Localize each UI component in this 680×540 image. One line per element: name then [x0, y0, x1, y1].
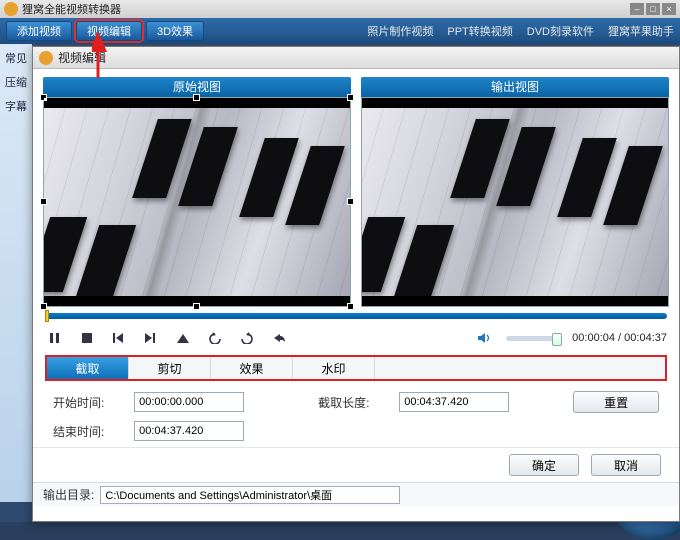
toolbar-links: 照片制作视频 PPT转换视频 DVD刻录软件 狸窝苹果助手 [367, 23, 674, 39]
volume-slider[interactable] [506, 336, 560, 341]
left-panel: 常见 压缩 字幕 [0, 44, 32, 502]
mark-in-button[interactable] [173, 330, 193, 346]
progress-row [33, 311, 679, 325]
video-edit-button[interactable]: 视频编辑 [76, 21, 142, 41]
sidebar-item-compress[interactable]: 压缩 [0, 74, 32, 90]
tab-crop[interactable]: 截取 [47, 357, 129, 379]
rotate-left-button[interactable] [205, 330, 225, 346]
app-icon [4, 2, 18, 16]
end-time-label: 结束时间: [53, 423, 120, 440]
add-video-button[interactable]: 添加视频 [6, 21, 72, 41]
output-preview [361, 97, 669, 307]
prev-frame-button[interactable] [109, 330, 129, 346]
link-apple[interactable]: 狸窝苹果助手 [608, 23, 674, 39]
sidebar-item-common[interactable]: 常见 [0, 50, 32, 66]
reset-button[interactable]: 重置 [573, 391, 659, 413]
video-editor-dialog: 视频编辑 原始视图 [32, 46, 680, 522]
editor-icon [39, 51, 53, 65]
progress-bar[interactable] [45, 313, 667, 319]
output-path-input[interactable] [100, 486, 400, 504]
output-label: 输出目录: [43, 486, 94, 503]
playback-controls: 00:00:04 / 00:04:37 [33, 325, 679, 351]
crop-handle[interactable] [193, 303, 200, 310]
main-window: 狸窝全能视频转换器 – □ × 添加视频 视频编辑 3D效果 照片制作视频 PP… [0, 0, 680, 522]
editor-tabs: 截取 剪切 效果 水印 [45, 355, 667, 381]
close-button[interactable]: × [662, 3, 676, 15]
tab-watermark[interactable]: 水印 [293, 357, 375, 379]
preview-image [362, 108, 668, 296]
crop-handle[interactable] [347, 94, 354, 101]
rotate-right-button[interactable] [237, 330, 257, 346]
maximize-button[interactable]: □ [646, 3, 660, 15]
link-dvd[interactable]: DVD刻录软件 [527, 23, 594, 39]
3d-effect-button[interactable]: 3D效果 [146, 21, 204, 41]
trim-params: 开始时间: 截取长度: 重置 结束时间: [33, 381, 679, 447]
original-preview[interactable] [43, 97, 351, 307]
next-frame-button[interactable] [141, 330, 161, 346]
output-view-header: 输出视图 [361, 77, 669, 97]
duration-input[interactable] [399, 392, 509, 412]
main-titlebar: 狸窝全能视频转换器 – □ × [0, 0, 680, 18]
trim-start-handle[interactable] [45, 310, 49, 322]
tab-effect[interactable]: 效果 [211, 357, 293, 379]
crop-handle[interactable] [40, 94, 47, 101]
editor-titlebar: 视频编辑 [33, 47, 679, 69]
crop-handle[interactable] [193, 94, 200, 101]
editor-title: 视频编辑 [58, 49, 106, 66]
crop-handle[interactable] [347, 303, 354, 310]
main-toolbar: 添加视频 视频编辑 3D效果 照片制作视频 PPT转换视频 DVD刻录软件 狸窝… [0, 18, 680, 44]
crop-handle[interactable] [347, 198, 354, 205]
app-title: 狸窝全能视频转换器 [22, 1, 121, 17]
preview-row: 原始视图 [33, 69, 679, 311]
link-ppt[interactable]: PPT转换视频 [447, 23, 512, 39]
output-row: 输出目录: [33, 482, 679, 506]
ok-button[interactable]: 确定 [509, 454, 579, 476]
cancel-button[interactable]: 取消 [591, 454, 661, 476]
end-time-input[interactable] [134, 421, 244, 441]
stop-button[interactable] [77, 330, 97, 346]
duration-label: 截取长度: [318, 394, 385, 411]
preview-image [44, 108, 350, 296]
tab-clip[interactable]: 剪切 [129, 357, 211, 379]
volume-icon[interactable] [474, 330, 494, 346]
pause-button[interactable] [45, 330, 65, 346]
link-photo[interactable]: 照片制作视频 [367, 23, 433, 39]
undo-button[interactable] [269, 330, 289, 346]
sidebar-item-subtitle[interactable]: 字幕 [0, 98, 32, 114]
dialog-buttons: 确定 取消 [33, 447, 679, 482]
crop-handle[interactable] [40, 303, 47, 310]
time-display: 00:00:04 / 00:04:37 [572, 332, 667, 344]
minimize-button[interactable]: – [630, 3, 644, 15]
start-time-input[interactable] [134, 392, 244, 412]
crop-handle[interactable] [40, 198, 47, 205]
start-time-label: 开始时间: [53, 394, 120, 411]
